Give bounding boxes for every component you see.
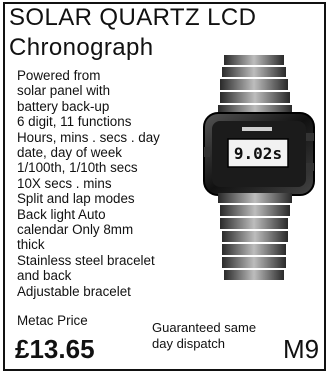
feature-line: date, day of week <box>17 145 122 161</box>
title-line-1: SOLAR QUARTZ LCD <box>9 4 257 31</box>
feature-line: Split and lap modes <box>17 191 135 207</box>
feature-list: Powered from solar panel with battery ba… <box>17 68 192 299</box>
feature-line: 1/100th, 1/10th secs <box>17 160 138 176</box>
feature-line: and back <box>17 268 72 284</box>
feature-line: solar panel with <box>17 83 111 99</box>
price: £13.65 <box>15 334 95 364</box>
feature-line: 10X secs . mins <box>17 175 112 191</box>
watch-photo: 9.02s <box>203 55 315 280</box>
feature-line: thick <box>17 237 45 253</box>
dispatch-line-2: day dispatch <box>152 335 225 351</box>
lcd-readout: 9.02s <box>234 144 282 163</box>
product-code: M9 <box>283 334 320 364</box>
feature-line: Powered from <box>17 68 101 83</box>
feature-line: Hours, mins . secs . day <box>17 129 160 145</box>
upper-bracelet <box>218 55 292 115</box>
title-line-2: Chronograph <box>9 34 154 61</box>
lower-bracelet <box>218 193 292 280</box>
product-title: SOLAR QUARTZ LCD Chronograph <box>9 3 319 63</box>
feature-line: Back light Auto <box>17 206 106 222</box>
feature-line: Adjustable bracelet <box>17 283 131 299</box>
price-label: Metac Price <box>17 313 88 328</box>
feature-line: 6 digit, 11 functions <box>17 114 132 130</box>
lcd-display: 9.02s <box>227 138 289 168</box>
feature-line: calendar Only 8mm <box>17 222 134 238</box>
feature-line: Stainless steel bracelet <box>17 252 155 268</box>
feature-line: battery back-up <box>17 98 110 114</box>
